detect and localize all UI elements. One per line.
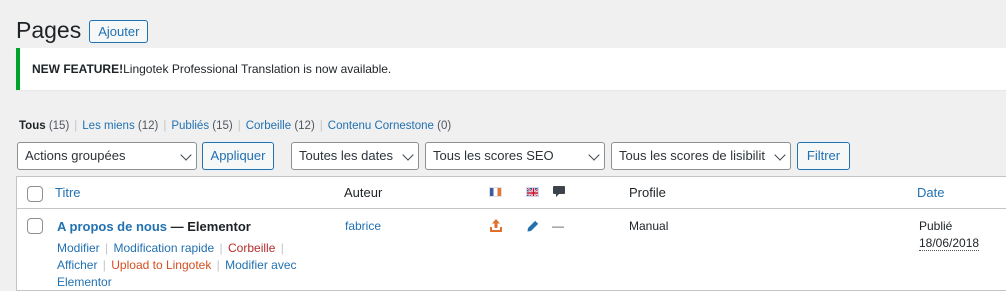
author-link[interactable]: fabrice — [345, 219, 381, 233]
dates-select[interactable]: Toutes les dates — [291, 142, 419, 170]
view-filters: Tous (15) | Les miens (12) | Publiés (15… — [19, 120, 451, 132]
chevron-down-icon — [588, 149, 600, 161]
apply-button[interactable]: Appliquer — [202, 142, 274, 170]
add-page-button[interactable]: Ajouter — [89, 19, 149, 43]
column-title[interactable]: Titre — [55, 185, 81, 200]
edit-link[interactable]: Modifier — [57, 241, 100, 255]
row-actions: Modifier | Modification rapide | Corbeil… — [57, 241, 297, 289]
view-published[interactable]: Publiés (15) — [171, 120, 232, 132]
filter-button[interactable]: Filtrer — [797, 142, 850, 170]
comment-icon — [552, 185, 566, 202]
status-label: Publié — [919, 219, 953, 233]
column-profile: Profile — [629, 185, 666, 200]
feature-notice: NEW FEATURE! Lingotek Professional Trans… — [16, 48, 1006, 90]
elementor-link[interactable]: Elementor — [57, 275, 112, 289]
chevron-down-icon — [402, 149, 414, 161]
pages-table: Titre Auteur Profile Date A propos de no… — [16, 176, 1006, 291]
page-title-link[interactable]: A propos de nous — [57, 219, 167, 234]
post-state: — Elementor — [167, 219, 251, 234]
view-separator: | — [74, 120, 78, 132]
page-title: Pages — [16, 17, 82, 43]
chevron-down-icon — [180, 149, 192, 161]
notice-strong: NEW FEATURE! — [32, 62, 124, 76]
chevron-down-icon — [774, 149, 786, 161]
publish-date: 18/06/2018 — [919, 236, 980, 251]
pencil-icon[interactable] — [526, 219, 540, 236]
english-flag-icon — [526, 187, 539, 197]
select-all-checkbox[interactable] — [27, 186, 43, 202]
view-trash[interactable]: Corbeille (12) — [246, 120, 315, 132]
page-header: Pages Ajouter — [16, 16, 149, 45]
column-author: Auteur — [344, 185, 383, 200]
seo-score-select[interactable]: Tous les scores SEO — [425, 142, 605, 170]
row-checkbox[interactable] — [27, 218, 43, 234]
upload-lingotek-link[interactable]: Upload to Lingotek — [111, 258, 211, 272]
edit-with-link[interactable]: Modifier avec — [225, 258, 296, 272]
view-separator: | — [319, 120, 323, 132]
column-date[interactable]: Date — [917, 185, 944, 200]
quick-edit-link[interactable]: Modification rapide — [113, 241, 214, 255]
view-link[interactable]: Afficher — [57, 258, 97, 272]
profile-value: Manual — [629, 219, 669, 233]
french-flag-icon — [489, 187, 502, 197]
view-cornerstone[interactable]: Contenu Cornestone (0) — [328, 120, 451, 132]
comments-count: — — [552, 219, 564, 233]
view-separator: | — [163, 120, 167, 132]
view-all[interactable]: Tous (15) — [19, 120, 69, 132]
trash-link[interactable]: Corbeille — [228, 241, 275, 255]
readability-select[interactable]: Tous les scores de lisibilit — [611, 142, 791, 170]
notice-text: Lingotek Professional Translation is now… — [123, 62, 392, 76]
row-title: A propos de nous — Elementor — [57, 219, 251, 234]
view-separator: | — [237, 120, 241, 132]
view-mine[interactable]: Les miens (12) — [82, 120, 158, 132]
table-header: Titre Auteur Profile Date — [17, 177, 1006, 209]
bulk-actions-select[interactable]: Actions groupées — [17, 142, 197, 170]
upload-icon[interactable] — [489, 218, 503, 236]
